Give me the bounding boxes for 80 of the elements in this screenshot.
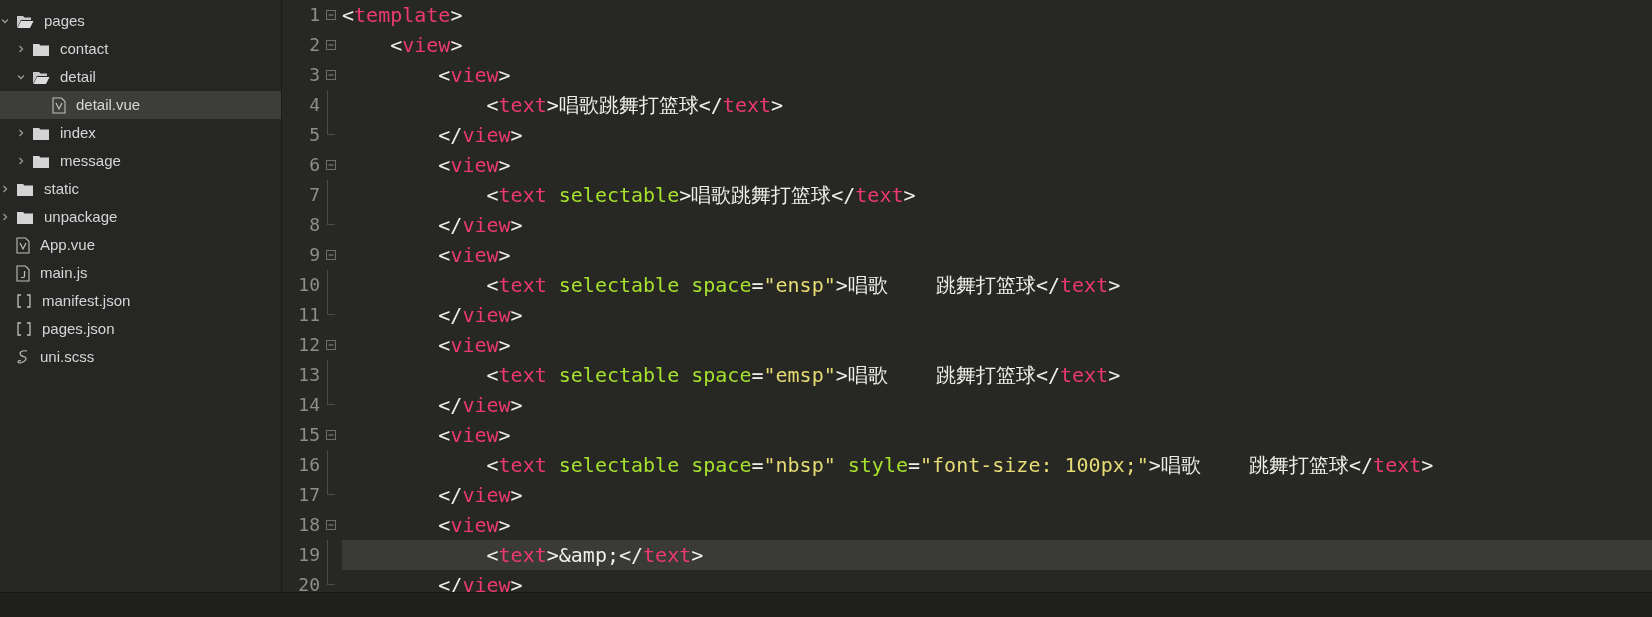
code-line: <text selectable space="ensp">唱歌 跳舞打篮球</text>: [485, 272, 1122, 299]
chevron-down-icon[interactable]: [0, 16, 10, 26]
open-folder-icon: [32, 69, 50, 85]
line-number: 13: [297, 363, 320, 387]
chevron-right-icon[interactable]: [0, 184, 10, 194]
file-tree-item[interactable]: contact: [0, 35, 281, 63]
file-tree-item[interactable]: static: [0, 175, 281, 203]
line-number: 4: [308, 93, 320, 117]
line-number: 10: [297, 273, 320, 297]
line-number: 8: [308, 213, 320, 237]
chevron-right-icon[interactable]: [0, 212, 10, 222]
fold-toggle-icon[interactable]: [326, 340, 336, 350]
squiggle-icon: [16, 348, 30, 366]
code-line: <view>: [437, 332, 512, 359]
line-number: 5: [308, 123, 320, 147]
line-number: 19: [297, 543, 320, 567]
file-tree-item[interactable]: unpackage: [0, 203, 281, 231]
folder-icon: [32, 41, 50, 57]
fold-toggle-icon[interactable]: [326, 40, 336, 50]
folder-icon: [32, 125, 50, 141]
line-number: 12: [297, 333, 320, 357]
fold-toggle-icon[interactable]: [326, 70, 336, 80]
code-line: <text selectable space="emsp">唱歌 跳舞打篮球</text>: [485, 362, 1122, 389]
folder-icon: [32, 153, 50, 169]
fold-toggle-icon[interactable]: [326, 10, 336, 20]
open-folder-icon: [16, 13, 34, 29]
fold-toggle-icon[interactable]: [326, 430, 336, 440]
code-line: <text>唱歌跳舞打篮球</text>: [485, 92, 785, 119]
v-file-icon: [16, 236, 30, 254]
j-file-icon: [16, 264, 30, 282]
code-line: </view>: [437, 572, 524, 599]
code-line: <view>: [437, 242, 512, 269]
folder-icon: [16, 181, 34, 197]
line-number: 18: [297, 513, 320, 537]
file-tree-item[interactable]: detail.vue: [0, 91, 281, 119]
code-line: <view>: [437, 512, 512, 539]
line-number: 9: [308, 243, 320, 267]
line-number: 16: [297, 453, 320, 477]
line-number: 17: [297, 483, 320, 507]
line-number: 14: [297, 393, 320, 417]
chevron-down-icon[interactable]: [16, 72, 26, 82]
code-line: </view>: [437, 392, 524, 419]
line-number: 7: [308, 183, 320, 207]
v-file-icon: [52, 96, 66, 114]
code-line: </view>: [437, 122, 524, 149]
file-tree-item[interactable]: pages: [0, 7, 281, 35]
file-tree-item[interactable]: main.js: [0, 259, 281, 287]
code-line: </view>: [437, 302, 524, 329]
code-line: </view>: [437, 212, 524, 239]
fold-toggle-icon[interactable]: [326, 250, 336, 260]
code-line: <view>: [437, 62, 512, 89]
code-line: <view>: [437, 152, 512, 179]
folder-icon: [16, 209, 34, 225]
file-tree-item[interactable]: index: [0, 119, 281, 147]
file-tree-item[interactable]: message: [0, 147, 281, 175]
code-line: <template>: [342, 2, 464, 29]
chevron-right-icon[interactable]: [16, 44, 26, 54]
line-number: 2: [308, 33, 320, 57]
line-number: 6: [308, 153, 320, 177]
line-number: 15: [297, 423, 320, 447]
code-line: <text selectable>唱歌跳舞打篮球</text>: [485, 182, 917, 209]
line-number: 1: [308, 3, 320, 27]
brackets-icon: [16, 321, 32, 337]
code-line: <view>: [389, 32, 464, 59]
code-line: </view>: [437, 482, 524, 509]
file-tree-item[interactable]: detail: [0, 63, 281, 91]
file-tree-item[interactable]: App.vue: [0, 231, 281, 259]
line-number: 20: [297, 573, 320, 597]
fold-toggle-icon[interactable]: [326, 160, 336, 170]
fold-toggle-icon[interactable]: [326, 520, 336, 530]
file-tree-item[interactable]: uni.scss: [0, 343, 281, 371]
chevron-right-icon[interactable]: [16, 128, 26, 138]
file-tree-item[interactable]: pages.json: [0, 315, 281, 343]
code-line: <text selectable space="nbsp" style="font-size: 100px;">唱歌 跳舞打篮球</text>: [485, 452, 1435, 479]
line-number: 11: [297, 303, 320, 327]
chevron-right-icon[interactable]: [16, 156, 26, 166]
code-line: <view>: [437, 422, 512, 449]
brackets-icon: [16, 293, 32, 309]
file-tree-item[interactable]: manifest.json: [0, 287, 281, 315]
line-number: 3: [308, 63, 320, 87]
